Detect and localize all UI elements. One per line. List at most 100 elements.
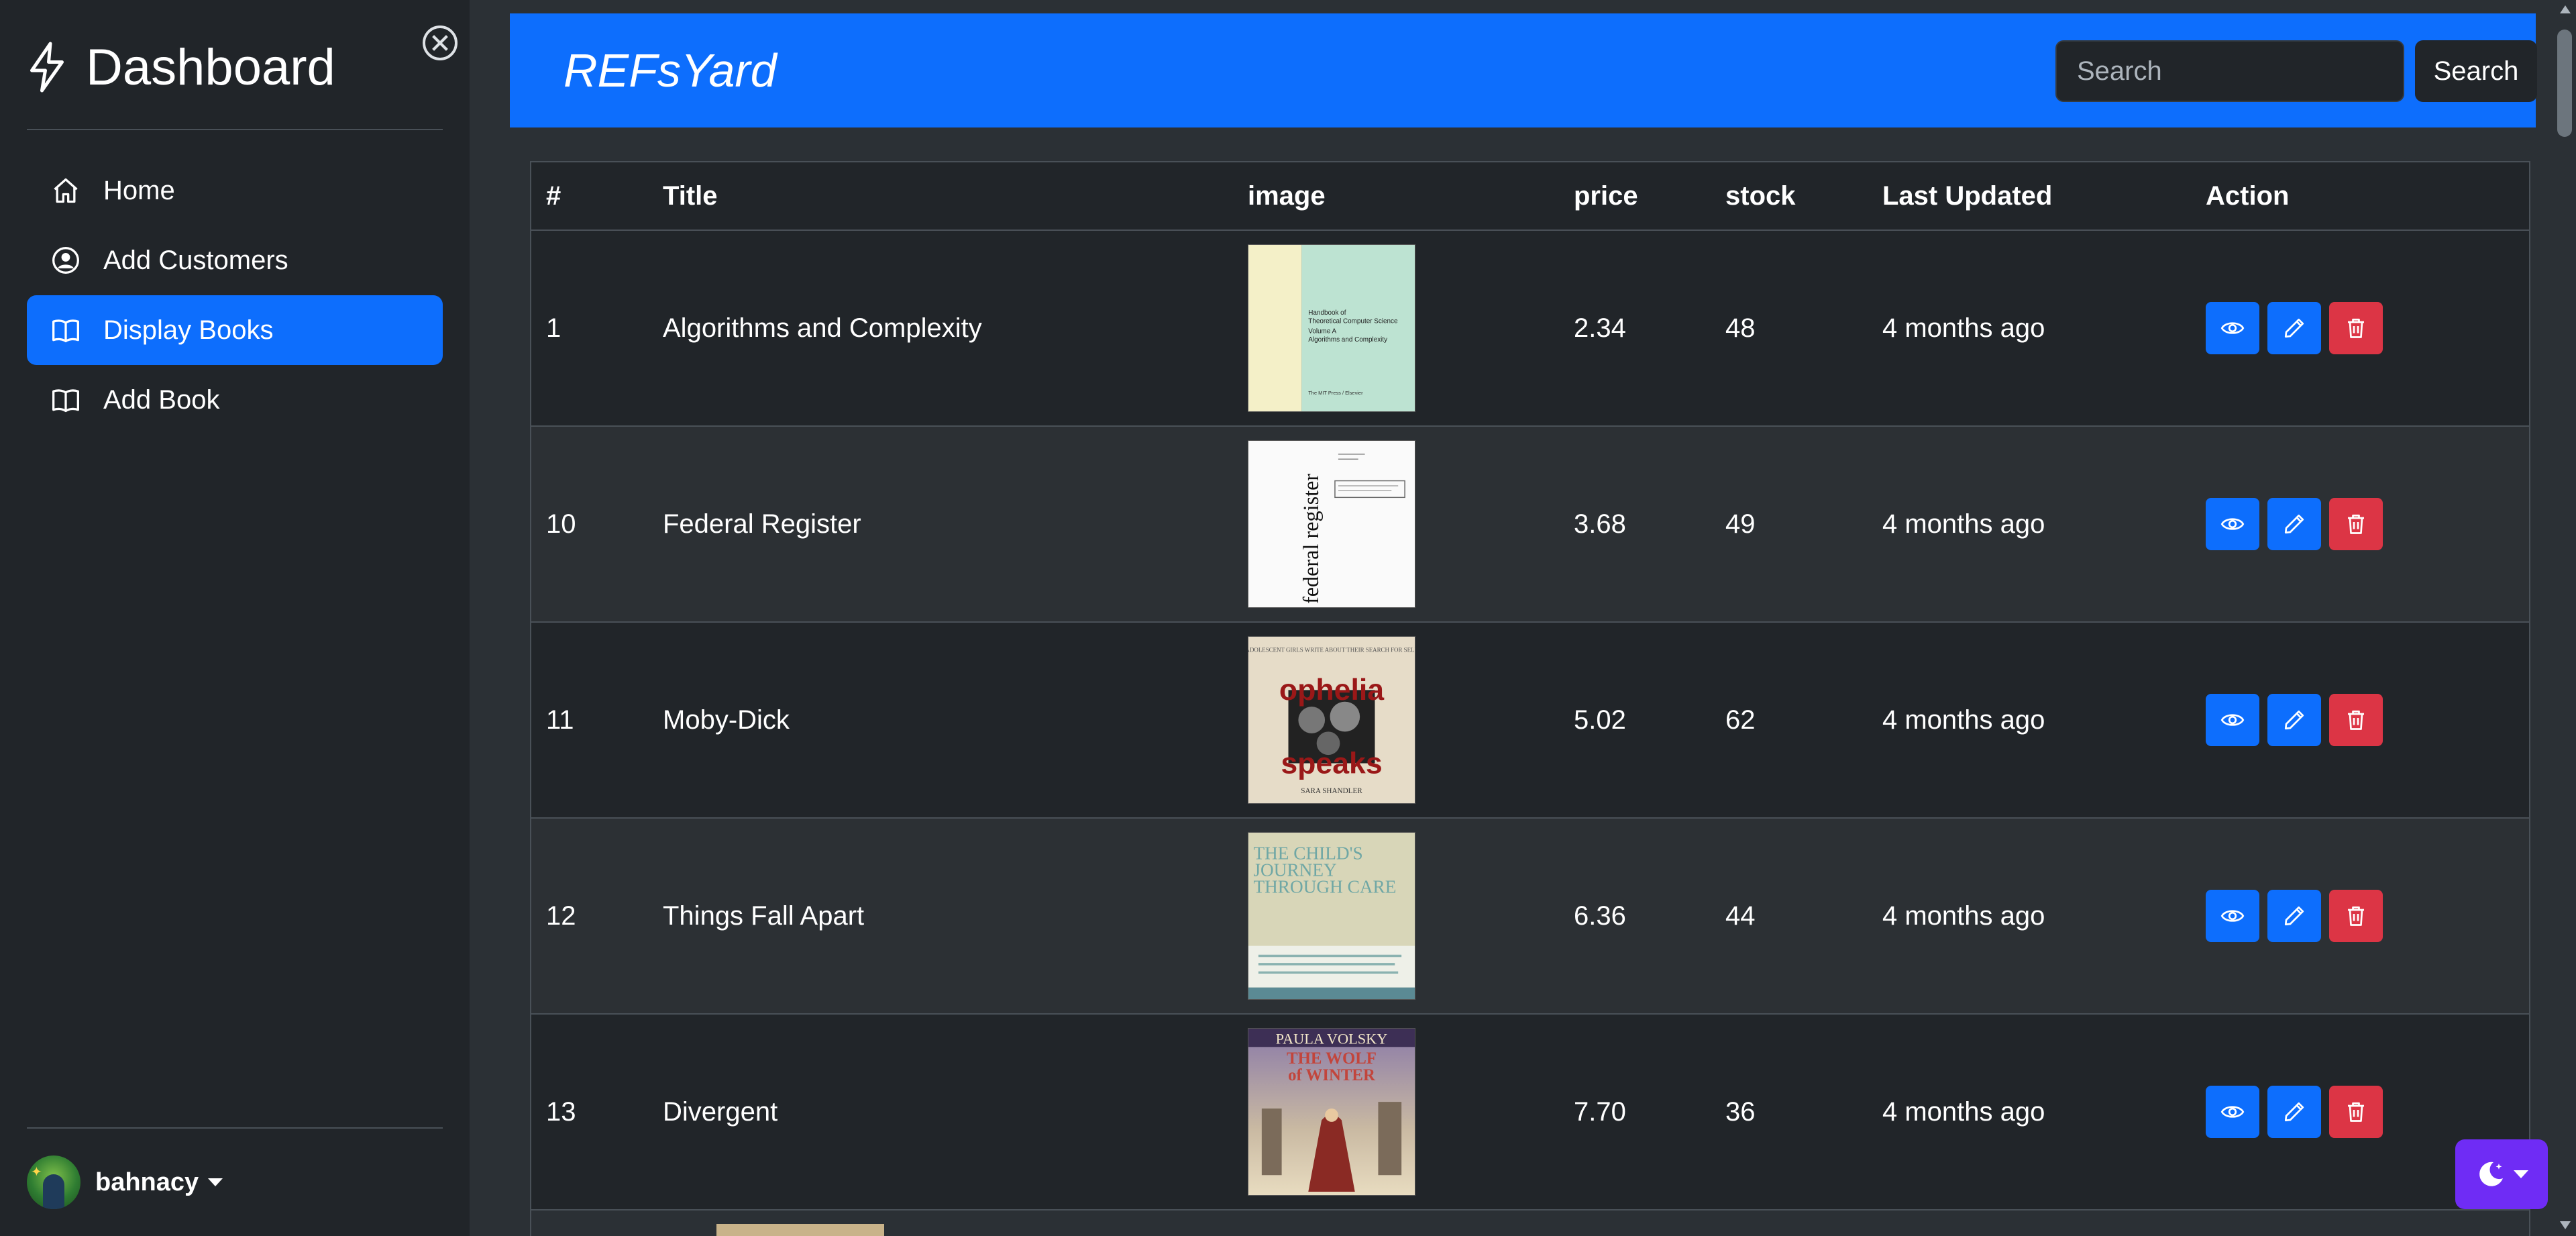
person-circle-icon <box>52 247 79 274</box>
edit-button[interactable] <box>2267 694 2321 746</box>
theme-toggle-button[interactable] <box>2455 1139 2548 1209</box>
table-row: 12 Things Fall Apart THE CHILD'S JOURNEY… <box>531 819 2529 1015</box>
cover-text: PAULA VOLSKY <box>1276 1030 1388 1047</box>
cover-text: The MIT Press / Elsevier <box>1308 390 1363 396</box>
row-actions <box>2206 623 2383 817</box>
eye-icon <box>2220 1106 2245 1118</box>
eye-icon <box>2220 910 2245 922</box>
book-price: 2.34 <box>1574 313 1626 343</box>
sidebar-brand-title: Dashboard <box>86 38 335 96</box>
trash-icon <box>2348 318 2364 338</box>
cover-text: Volume A <box>1308 327 1336 335</box>
book-stock: 48 <box>1725 313 1756 343</box>
scrollbar-thumb[interactable] <box>2557 30 2572 137</box>
sidebar-close-button[interactable] <box>423 25 458 60</box>
view-button[interactable] <box>2206 694 2259 746</box>
sidebar-item-label: Add Customers <box>103 245 288 275</box>
sidebar-item-add-customers[interactable]: Add Customers <box>27 225 443 295</box>
book-cover-image: Handbook of Theoretical Computer Science… <box>1248 244 1415 412</box>
sidebar-item-display-books[interactable]: Display Books <box>27 295 443 365</box>
page-scrollbar[interactable] <box>2556 0 2576 1236</box>
scroll-down-icon[interactable] <box>2560 1221 2571 1229</box>
book-title: Divergent <box>663 1096 778 1127</box>
chevron-down-icon <box>208 1178 223 1186</box>
user-menu[interactable]: ✦ bahnacy <box>27 1154 223 1211</box>
table-row: 11 Moby-Dick ADOLESCENT GIRLS WRITE ABOU… <box>531 623 2529 819</box>
book-cover-image: ADOLESCENT GIRLS WRITE ABOUT THEIR SEARC… <box>1248 636 1415 804</box>
book-cover-cell: PAULA VOLSKY THE WOLF of WINTER <box>1248 1015 1415 1209</box>
pencil-icon <box>2284 906 2304 926</box>
cover-text: Algorithms and Complexity <box>1308 336 1387 344</box>
eye-icon <box>2220 518 2245 530</box>
search-button[interactable]: Search <box>2415 40 2537 102</box>
book-price: 5.02 <box>1574 705 1626 735</box>
sidebar-item-label: Home <box>103 175 175 205</box>
column-header-stock: stock <box>1725 181 1796 211</box>
sidebar-brand[interactable]: Dashboard <box>27 34 335 101</box>
table-row: 1 Algorithms and Complexity Handbook of … <box>531 231 2529 427</box>
username: bahnacy <box>95 1168 199 1196</box>
view-button[interactable] <box>2206 890 2259 942</box>
edit-button[interactable] <box>2267 1086 2321 1138</box>
search-input[interactable] <box>2055 40 2404 102</box>
close-icon <box>432 35 448 51</box>
row-number: 10 <box>546 509 576 539</box>
trash-icon <box>2348 906 2364 926</box>
book-stock: 36 <box>1725 1096 1756 1127</box>
trash-icon <box>2348 710 2364 730</box>
delete-button[interactable] <box>2329 498 2383 550</box>
books-table: # Title image price stock Last Updated A… <box>530 161 2530 1236</box>
cover-text: ophelia <box>1279 674 1385 707</box>
book-last-updated: 4 months ago <box>1882 1096 2045 1127</box>
cover-text: THE WOLF <box>1287 1049 1377 1068</box>
cover-text: THE CHILD'S JOURNEY THROUGH CARE <box>1253 845 1397 898</box>
sidebar-divider <box>27 129 443 130</box>
view-button[interactable] <box>2206 1086 2259 1138</box>
scroll-up-icon[interactable] <box>2560 5 2571 13</box>
row-number: 12 <box>546 900 576 931</box>
book-cover-image: federal register <box>1248 440 1415 608</box>
app-title[interactable]: REFsYard <box>564 44 777 97</box>
book-cover-cell: ADOLESCENT GIRLS WRITE ABOUT THEIR SEARC… <box>1248 623 1415 817</box>
pencil-icon <box>2284 514 2304 534</box>
table-header: # Title image price stock Last Updated A… <box>531 162 2529 231</box>
trash-icon <box>2348 514 2364 534</box>
eye-icon <box>2220 714 2245 726</box>
book-stock: 62 <box>1725 705 1756 735</box>
sidebar-item-label: Add Book <box>103 384 220 415</box>
delete-button[interactable] <box>2329 890 2383 942</box>
edit-button[interactable] <box>2267 498 2321 550</box>
book-last-updated: 4 months ago <box>1882 313 2045 343</box>
book-price: 7.70 <box>1574 1096 1626 1127</box>
sidebar: Dashboard Home Add Customers Display Boo… <box>0 0 470 1236</box>
book-title: Algorithms and Complexity <box>663 313 982 343</box>
column-header-last-updated: Last Updated <box>1882 181 2053 211</box>
cover-text: SARA SHANDLER <box>1301 787 1362 795</box>
house-icon <box>54 178 78 203</box>
table-row: 10 Federal Register federal register 3.6… <box>531 427 2529 623</box>
delete-button[interactable] <box>2329 694 2383 746</box>
pencil-icon <box>2284 710 2304 730</box>
view-button[interactable] <box>2206 302 2259 354</box>
sidebar-footer-divider <box>27 1127 443 1129</box>
view-button[interactable] <box>2206 498 2259 550</box>
book-cover-image: THE CHILD'S JOURNEY THROUGH CARE <box>1248 832 1415 1000</box>
sidebar-item-add-book[interactable]: Add Book <box>27 365 443 435</box>
row-actions <box>2206 1015 2383 1209</box>
edit-button[interactable] <box>2267 302 2321 354</box>
table-row: 13 Divergent PAULA VOLSKY THE WOLF of WI… <box>531 1015 2529 1211</box>
delete-button[interactable] <box>2329 302 2383 354</box>
delete-button[interactable] <box>2329 1086 2383 1138</box>
eye-icon <box>2220 322 2245 334</box>
sidebar-nav: Home Add Customers Display Books Add Boo… <box>27 156 443 435</box>
book-icon <box>52 319 79 343</box>
book-last-updated: 4 months ago <box>1882 900 2045 931</box>
moon-stars-icon <box>2479 1162 2503 1186</box>
row-number: 11 <box>546 705 574 735</box>
book-last-updated: 4 months ago <box>1882 705 2045 735</box>
edit-button[interactable] <box>2267 890 2321 942</box>
column-header-price: price <box>1574 181 1638 211</box>
book-title: Moby-Dick <box>663 705 790 735</box>
row-number: 13 <box>546 1096 576 1127</box>
sidebar-item-home[interactable]: Home <box>27 156 443 225</box>
